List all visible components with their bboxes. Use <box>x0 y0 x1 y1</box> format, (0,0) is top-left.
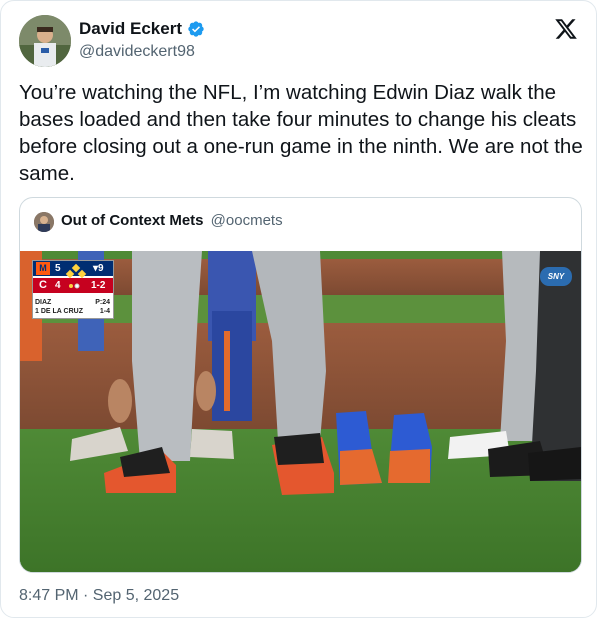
author-name-row: David Eckert <box>79 19 205 39</box>
inning: ▾9 <box>93 263 104 274</box>
quoted-author-line: Out of Context Mets @oocmets <box>61 212 283 229</box>
pitcher-name: DIAZ <box>35 299 52 306</box>
quoted-author-name[interactable]: Out of Context Mets <box>61 212 204 229</box>
mets-logo-icon: M <box>36 262 50 275</box>
batter-line: 1-4 <box>99 308 110 315</box>
count: 1-2 <box>91 280 106 291</box>
quoted-author-handle[interactable]: @oocmets <box>211 212 283 229</box>
network-logo: SNY <box>540 267 572 286</box>
pitch-count: P:24 <box>95 299 110 306</box>
quoted-author-avatar[interactable] <box>34 212 54 232</box>
tweet-text: You’re watching the NFL, I’m watching Ed… <box>19 81 583 185</box>
quoted-media-image[interactable]: M 5 ▾9 C 4 1-2 DIAZ P:24 1 DE LA CRUZ 1-… <box>20 251 581 572</box>
team1-score: 5 <box>55 263 61 274</box>
tweet-card: David Eckert @davideckert98 You’re watch… <box>0 0 597 618</box>
quoted-tweet[interactable]: Out of Context Mets @oocmets M 5 ▾9 C 4 … <box>19 197 582 573</box>
author-name[interactable]: David Eckert <box>79 19 182 39</box>
reds-logo-icon: C <box>39 279 47 291</box>
bases-icon <box>65 264 87 289</box>
team2-score: 4 <box>55 280 61 291</box>
scorebug: M 5 ▾9 C 4 1-2 DIAZ P:24 1 DE LA CRUZ 1-… <box>32 260 114 319</box>
author-avatar[interactable] <box>19 15 71 67</box>
verified-badge-icon <box>188 21 204 37</box>
author-handle[interactable]: @davideckert98 <box>79 43 195 61</box>
tweet-timestamp[interactable]: 8:47 PM · Sep 5, 2025 <box>19 587 179 605</box>
x-logo-icon[interactable] <box>554 17 578 41</box>
batter-name: 1 DE LA CRUZ <box>35 308 83 315</box>
scorebug-bottom: DIAZ P:24 1 DE LA CRUZ 1-4 <box>33 297 113 317</box>
